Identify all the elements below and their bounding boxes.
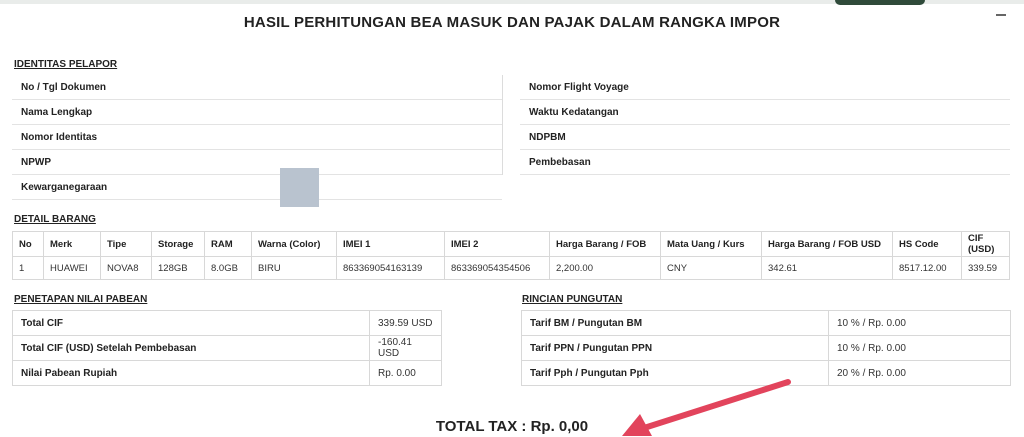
col-storage: Storage [151,231,205,257]
cell-imei2: 863369054354506 [444,256,550,280]
col-no: No [12,231,44,257]
field-nomor-identitas: Nomor Identitas [12,125,502,150]
cell-merk: HUAWEI [43,256,101,280]
table-row: 1 HUAWEI NOVA8 128GB 8.0GB BIRU 86336905… [12,256,1010,280]
cell-harga-fob: 2,200.00 [549,256,661,280]
value-tarif-bm: 10 % / Rp. 0.00 [828,310,1011,336]
identitas-heading: IDENTITAS PELAPOR [14,59,118,70]
cell-tipe: NOVA8 [100,256,152,280]
penetapan-heading: PENETAPAN NILAI PABEAN [14,294,148,305]
label-tarif-bm: Tarif BM / Pungutan BM [521,310,829,336]
col-imei2: IMEI 2 [444,231,550,257]
field-waktu-kedatangan: Waktu Kedatangan [520,100,1010,125]
red-arrow-icon [622,379,791,436]
label-total-cif-setelah-pembebasan: Total CIF (USD) Setelah Pembebasan [12,335,370,361]
table-row: Tarif BM / Pungutan BM 10 % / Rp. 0.00 [521,310,1011,336]
cell-hs-code: 8517.12.00 [892,256,962,280]
col-warna: Warna (Color) [251,231,337,257]
field-nomor-flight-voyage: Nomor Flight Voyage [520,75,1010,100]
col-mata-uang: Mata Uang / Kurs [660,231,762,257]
col-merk: Merk [43,231,101,257]
cell-ram: 8.0GB [204,256,252,280]
label-total-cif: Total CIF [12,310,370,336]
page-title: HASIL PERHITUNGAN BEA MASUK DAN PAJAK DA… [243,14,781,31]
table-row: Total CIF 339.59 USD [12,310,442,336]
field-no-tgl-dokumen: No / Tgl Dokumen [12,75,502,100]
col-hs-code: HS Code [892,231,962,257]
cell-storage: 128GB [151,256,205,280]
value-total-cif-setelah-pembebasan: -160.41 USD [369,335,442,361]
col-tipe: Tipe [100,231,152,257]
col-imei1: IMEI 1 [336,231,445,257]
cell-no: 1 [12,256,44,280]
cell-mata-uang: CNY [660,256,762,280]
rincian-heading: RINCIAN PUNGUTAN [522,294,623,305]
table-row: Total CIF (USD) Setelah Pembebasan -160.… [12,335,442,361]
detail-heading: DETAIL BARANG [14,214,96,225]
value-tarif-ppn: 10 % / Rp. 0.00 [828,335,1011,361]
value-tarif-pph: 20 % / Rp. 0.00 [828,360,1011,386]
field-pembebasan: Pembebasan [520,150,1010,175]
cell-cif-usd: 339.59 [961,256,1010,280]
value-nilai-pabean-rupiah: Rp. 0.00 [369,360,442,386]
field-nama-lengkap: Nama Lengkap [12,100,502,125]
cell-imei1: 863369054163139 [336,256,445,280]
detail-barang-table: No Merk Tipe Storage RAM Warna (Color) I… [12,231,1010,280]
col-ram: RAM [204,231,252,257]
top-decoration [835,0,925,5]
identitas-divider [502,75,503,175]
label-tarif-ppn: Tarif PPN / Pungutan PPN [521,335,829,361]
cell-warna: BIRU [251,256,337,280]
field-npwp: NPWP [12,150,502,175]
col-harga-fob-usd: Harga Barang / FOB USD [761,231,893,257]
col-harga-fob: Harga Barang / FOB [549,231,661,257]
field-kewarganegaraan: Kewarganegaraan [12,175,502,200]
total-tax: TOTAL TAX : Rp. 0,00 [435,418,589,435]
table-row: Nilai Pabean Rupiah Rp. 0.00 [12,360,442,386]
penetapan-table: Total CIF 339.59 USD Total CIF (USD) Set… [12,310,442,386]
cell-harga-fob-usd: 342.61 [761,256,893,280]
field-ndpbm: NDPBM [520,125,1010,150]
redaction-block [280,168,319,207]
label-nilai-pabean-rupiah: Nilai Pabean Rupiah [12,360,370,386]
table-header-row: No Merk Tipe Storage RAM Warna (Color) I… [12,231,1010,257]
table-row: Tarif PPN / Pungutan PPN 10 % / Rp. 0.00 [521,335,1011,361]
value-total-cif: 339.59 USD [369,310,442,336]
col-cif-usd: CIF (USD) [961,231,1010,257]
